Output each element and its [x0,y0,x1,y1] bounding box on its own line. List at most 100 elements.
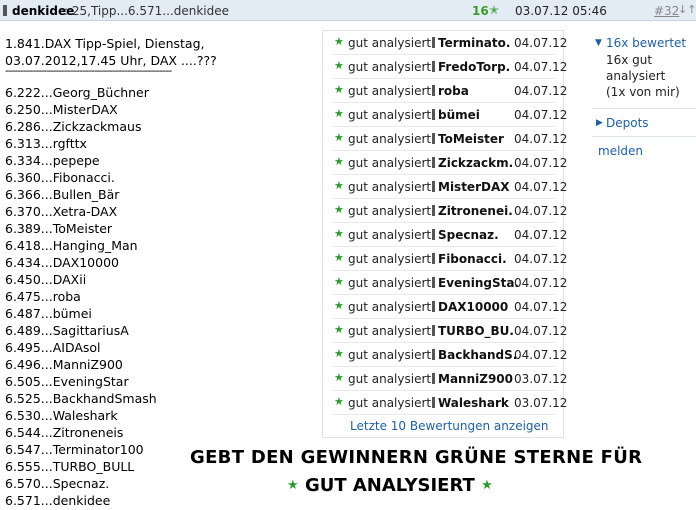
star-icon: ★ [334,107,344,120]
report-link[interactable]: melden [598,144,643,158]
rating-date: 04.07.12 [514,300,568,314]
rating-row: ★ gut analysiert DAX10000 04.07.12 [332,295,567,319]
tip-item: 6.370...Xetra-DAX [5,204,118,219]
rating-label: gut analysiert [348,36,432,50]
post-title-line: 1.841.DAX Tipp-Spiel, Dienstag, [5,36,205,51]
user-marker-icon [432,205,435,216]
rating-label: gut analysiert [348,204,432,218]
tip-item: 6.334...pepepe [5,153,100,168]
tip-item: 6.547...Terminator100 [5,442,144,457]
rating-label: gut analysiert [348,300,432,314]
user-marker-icon [432,277,435,288]
user-marker-icon [432,349,435,360]
user-marker-icon [432,133,435,144]
tip-item: 6.489...SagittariusA [5,323,129,338]
ratings-panel: ★ gut analysiert Terminato. 04.07.12 ★ gut a… [322,30,568,438]
sort-arrows-icon[interactable]: ↓↑ [678,3,696,16]
triangle-down-icon[interactable]: ▼ [595,38,602,48]
green-star-icon[interactable]: ✭ [489,3,499,17]
star-icon: ★ [334,155,344,168]
rating-date: 04.07.12 [514,348,568,362]
post-subject: : 25,Tipp...6.571...denkidee [64,4,229,18]
divider: ----------------------------------------… [5,64,172,77]
rating-label: gut analysiert [348,84,432,98]
rating-date: 04.07.12 [514,180,568,194]
rating-label: gut analysiert [348,324,432,338]
rating-date: 04.07.12 [514,276,568,290]
divider [592,136,696,137]
tip-item: 6.250...MisterDAX [5,102,118,117]
rated-line: analysiert [606,69,666,83]
rating-label: gut analysiert [348,276,432,290]
divider [592,108,696,109]
star-icon: ★ [334,299,344,312]
tip-item: 6.222...Georg_Büchner [5,85,149,100]
rating-date: 04.07.12 [514,324,568,338]
tip-item: 6.366...Bullen_Bär [5,187,120,202]
depots-link[interactable]: Depots [606,116,649,130]
rating-count: 16 [472,4,489,18]
post-number-link[interactable]: #32 [654,4,679,18]
rating-row: ★ gut analysiert EveningSta. 04.07.12 [332,271,567,295]
tip-item: 6.487...bümei [5,306,92,321]
star-icon: ★ [334,347,344,360]
rated-count-toggle[interactable]: 16x bewertet [606,36,686,50]
rating-label: gut analysiert [348,396,432,410]
tip-item: 6.360...Fibonacci. [5,170,115,185]
rating-label: gut analysiert [348,108,432,122]
rating-date: 04.07.12 [514,84,568,98]
tip-item: 6.496...ManniZ900 [5,357,123,372]
rating-date: 04.07.12 [514,228,568,242]
rating-row: ★ gut analysiert Zitronenei. 04.07.12 [332,199,567,223]
tip-item: 6.555...TURBO_BULL [5,459,135,474]
show-last-ratings-link[interactable]: Letzte 10 Bewertungen anzeigen [350,419,549,433]
post-header-bar: denkidee : 25,Tipp...6.571...denkidee 16… [0,0,696,21]
banner-text: GUT ANALYSIERT [304,475,475,496]
tip-item: 6.530...Waleshark [5,408,118,423]
star-icon: ★ [334,59,344,72]
tip-item: 6.475...roba [5,289,81,304]
star-icon: ★ [334,83,344,96]
tip-item: 6.434...DAX10000 [5,255,119,270]
tip-item: 6.286...Zickzackmaus [5,119,142,134]
user-marker-icon [432,373,435,384]
star-icon: ★ [334,227,344,240]
rating-row: ★ gut analysiert Terminato. 04.07.12 [332,31,567,55]
rating-date: 04.07.12 [514,132,568,146]
triangle-right-icon[interactable]: ▶ [596,118,603,128]
star-icon: ★ [334,179,344,192]
banner-line: ★ GUT ANALYSIERT ★ [287,475,493,496]
rating-date: 04.07.12 [514,204,568,218]
rated-summary: 16x gut analysiert (1x von mir) [606,52,696,100]
rating-date: 04.07.12 [514,36,568,50]
star-icon: ★ [334,203,344,216]
star-icon: ★ [287,478,299,493]
rating-label: gut analysiert [348,252,432,266]
rating-row: ★ gut analysiert ToMeister 04.07.12 [332,127,567,151]
star-icon: ★ [334,371,344,384]
tip-item: 6.505...EveningStar [5,374,129,389]
rating-label: gut analysiert [348,156,432,170]
rating-date: 04.07.12 [514,108,568,122]
tip-item: 6.389...ToMeister [5,221,113,236]
tip-item: 6.495...AIDAsol [5,340,101,355]
user-marker-icon [432,109,435,120]
rating-date: 03.07.12 [514,396,568,410]
rating-row: ★ gut analysiert Specnaz. 04.07.12 [332,223,567,247]
tip-item: 6.571...denkidee [5,493,111,508]
tip-item: 6.450...DAXii [5,272,87,287]
star-icon: ★ [334,251,344,264]
rating-date: 04.07.12 [514,156,568,170]
rating-label: gut analysiert [348,348,432,362]
banner-line: GEBT DEN GEWINNERN GRÜNE STERNE FÜR [190,447,643,468]
user-marker-icon [432,397,435,408]
rating-label: gut analysiert [348,372,432,386]
star-icon: ★ [334,275,344,288]
rating-row: ★ gut analysiert MisterDAX 04.07.12 [332,175,567,199]
tip-list: 6.222...Georg_Büchner 6.250...MisterDAX … [5,84,157,509]
rating-row: ★ gut analysiert roba 04.07.12 [332,79,567,103]
tip-item: 6.418...Hanging_Man [5,238,138,253]
post-datetime: 03.07.12 05:46 [515,4,607,18]
rating-label: gut analysiert [348,228,432,242]
rated-line: (1x von mir) [606,85,680,99]
